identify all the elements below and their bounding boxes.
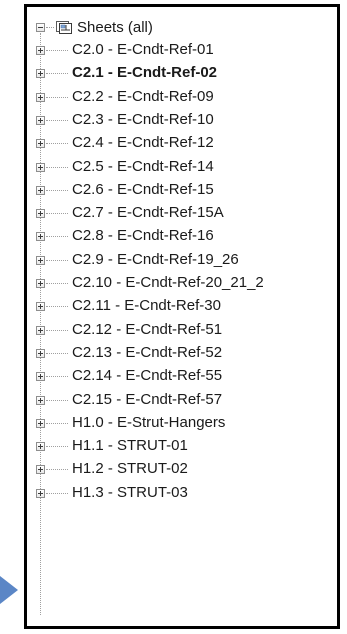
tree-node-sheet[interactable]: C2.8 - E-Cndt-Ref-16 <box>27 225 337 247</box>
callout-arrow-icon <box>0 576 20 604</box>
tree-node-label: C2.8 - E-Cndt-Ref-16 <box>72 227 214 245</box>
expand-toggle-icon[interactable] <box>36 139 45 149</box>
tree-connector-line <box>46 259 68 261</box>
expand-toggle-icon[interactable] <box>36 255 45 265</box>
expand-toggle-icon[interactable] <box>36 488 45 498</box>
tree-connector-line <box>46 50 68 51</box>
tree-node-sheet[interactable]: C2.4 - E-Cndt-Ref-12 <box>27 132 337 154</box>
tree-connector-line <box>46 213 68 215</box>
tree-connector-line <box>46 143 68 145</box>
expand-toggle-icon[interactable] <box>36 209 45 219</box>
tree-node-sheet[interactable]: C2.5 - E-Cndt-Ref-14 <box>27 156 337 178</box>
tree-node-label: C2.7 - E-Cndt-Ref-15A <box>72 204 224 222</box>
expand-toggle-icon[interactable] <box>36 395 45 405</box>
tree-connector-line <box>46 73 68 75</box>
tree-node-label: H1.0 - E-Strut-Hangers <box>72 413 226 431</box>
tree-node-label: C2.5 - E-Cndt-Ref-14 <box>72 157 214 175</box>
tree-node-label: H1.1 - STRUT-01 <box>72 437 188 455</box>
tree-node-sheet[interactable]: H1.0 - E-Strut-Hangers <box>27 412 337 434</box>
tree-node-sheet[interactable]: C2.12 - E-Cndt-Ref-51 <box>27 319 337 341</box>
tree-node-label: C2.11 - E-Cndt-Ref-30 <box>72 297 221 315</box>
tree-node-label: C2.4 - E-Cndt-Ref-12 <box>72 134 214 152</box>
tree-node-label: Sheets (all) <box>77 19 153 36</box>
expand-toggle-icon[interactable] <box>36 348 45 358</box>
expand-toggle-icon[interactable] <box>36 115 45 125</box>
tree-node-label: C2.0 - E-Cndt-Ref-01 <box>72 41 214 58</box>
tree-connector-line <box>46 446 68 448</box>
tree-connector-line <box>46 492 68 494</box>
tree-connector-line <box>46 27 54 28</box>
tree-node-sheet[interactable]: C2.7 - E-Cndt-Ref-15A <box>27 202 337 224</box>
tree-node-sheet[interactable]: C2.6 - E-Cndt-Ref-15 <box>27 179 337 201</box>
tree-connector-line <box>46 469 68 471</box>
expand-toggle-icon[interactable] <box>36 162 45 172</box>
tree-connector-line <box>46 189 68 191</box>
tree-node-sheet[interactable]: C2.2 - E-Cndt-Ref-09 <box>27 86 337 108</box>
tree-connector-line <box>46 422 68 424</box>
tree-connector-line <box>46 119 68 121</box>
expand-toggle-icon[interactable] <box>36 418 45 428</box>
tree-connector-line <box>46 306 68 308</box>
expand-toggle-icon[interactable] <box>36 465 45 475</box>
tree-node-label: C2.13 - E-Cndt-Ref-52 <box>72 343 223 361</box>
tree-node-sheet[interactable]: C2.11 - E-Cndt-Ref-30 <box>27 295 337 317</box>
tree-connector-line <box>46 399 68 401</box>
tree-node-label: H1.2 - STRUT-02 <box>72 460 188 478</box>
tree-node-sheet[interactable]: C2.13 - E-Cndt-Ref-52 <box>27 342 337 364</box>
tree-connector-line <box>46 329 68 331</box>
tree-node-label: C2.15 - E-Cndt-Ref-57 <box>72 390 223 408</box>
expand-toggle-icon[interactable] <box>36 185 45 195</box>
collapse-toggle-icon[interactable] <box>36 23 45 32</box>
expand-toggle-icon[interactable] <box>36 302 45 312</box>
tree-node-label: C2.12 - E-Cndt-Ref-51 <box>72 320 223 338</box>
expand-toggle-icon[interactable] <box>36 232 45 242</box>
tree-connector-line <box>46 352 68 354</box>
tree-connector-line <box>46 283 68 284</box>
tree-node-sheet[interactable]: C2.3 - E-Cndt-Ref-10 <box>27 109 337 131</box>
sheets-icon <box>56 21 72 34</box>
tree-node-label: H1.3 - STRUT-03 <box>72 483 188 501</box>
tree-node-label: C2.3 - E-Cndt-Ref-10 <box>72 110 214 128</box>
tree-node-label: C2.1 - E-Cndt-Ref-02 <box>72 64 218 82</box>
tree-connector-line <box>46 166 68 168</box>
expand-toggle-icon[interactable] <box>36 442 45 452</box>
project-browser-panel: Sheets (all) C2.0 - E-Cndt-Ref-01 C2.1 - … <box>24 4 340 629</box>
screenshot-stage: Sheets (all) C2.0 - E-Cndt-Ref-01 C2.1 - … <box>0 0 347 634</box>
tree-node-sheet[interactable]: H1.2 - STRUT-02 <box>27 458 337 480</box>
expand-toggle-icon[interactable] <box>36 46 45 55</box>
tree-node-label: C2.2 - E-Cndt-Ref-09 <box>72 87 214 105</box>
tree-connector-line <box>46 236 68 238</box>
tree-node-sheet[interactable]: C2.1 - E-Cndt-Ref-02 <box>27 62 337 84</box>
expand-toggle-icon[interactable] <box>36 372 45 382</box>
tree-node-sheet[interactable]: C2.15 - E-Cndt-Ref-57 <box>27 389 337 411</box>
tree-connector-line <box>46 376 68 378</box>
tree-node-sheet[interactable]: C2.10 - E-Cndt-Ref-20_21_2 <box>27 272 337 294</box>
expand-toggle-icon[interactable] <box>36 69 45 79</box>
tree-node-sheet[interactable]: H1.1 - STRUT-01 <box>27 435 337 457</box>
tree-node-sheet[interactable]: H1.3 - STRUT-03 <box>27 482 337 504</box>
tree-node-label: C2.14 - E-Cndt-Ref-55 <box>72 367 223 385</box>
tree-node-sheet[interactable]: C2.9 - E-Cndt-Ref-19_26 <box>27 249 337 271</box>
expand-toggle-icon[interactable] <box>36 92 45 102</box>
tree-node-label: C2.6 - E-Cndt-Ref-15 <box>72 180 214 198</box>
tree-node-sheet[interactable]: C2.14 - E-Cndt-Ref-55 <box>27 365 337 387</box>
tree-node-label: C2.9 - E-Cndt-Ref-19_26 <box>72 250 239 268</box>
tree-node-sheets-all[interactable]: Sheets (all) <box>27 17 337 39</box>
expand-toggle-icon[interactable] <box>36 325 45 335</box>
tree-node-label: C2.10 - E-Cndt-Ref-20_21_2 <box>72 274 264 291</box>
tree-connector-line <box>46 96 68 98</box>
expand-toggle-icon[interactable] <box>36 279 45 288</box>
tree-node-sheet[interactable]: C2.0 - E-Cndt-Ref-01 <box>27 39 337 61</box>
